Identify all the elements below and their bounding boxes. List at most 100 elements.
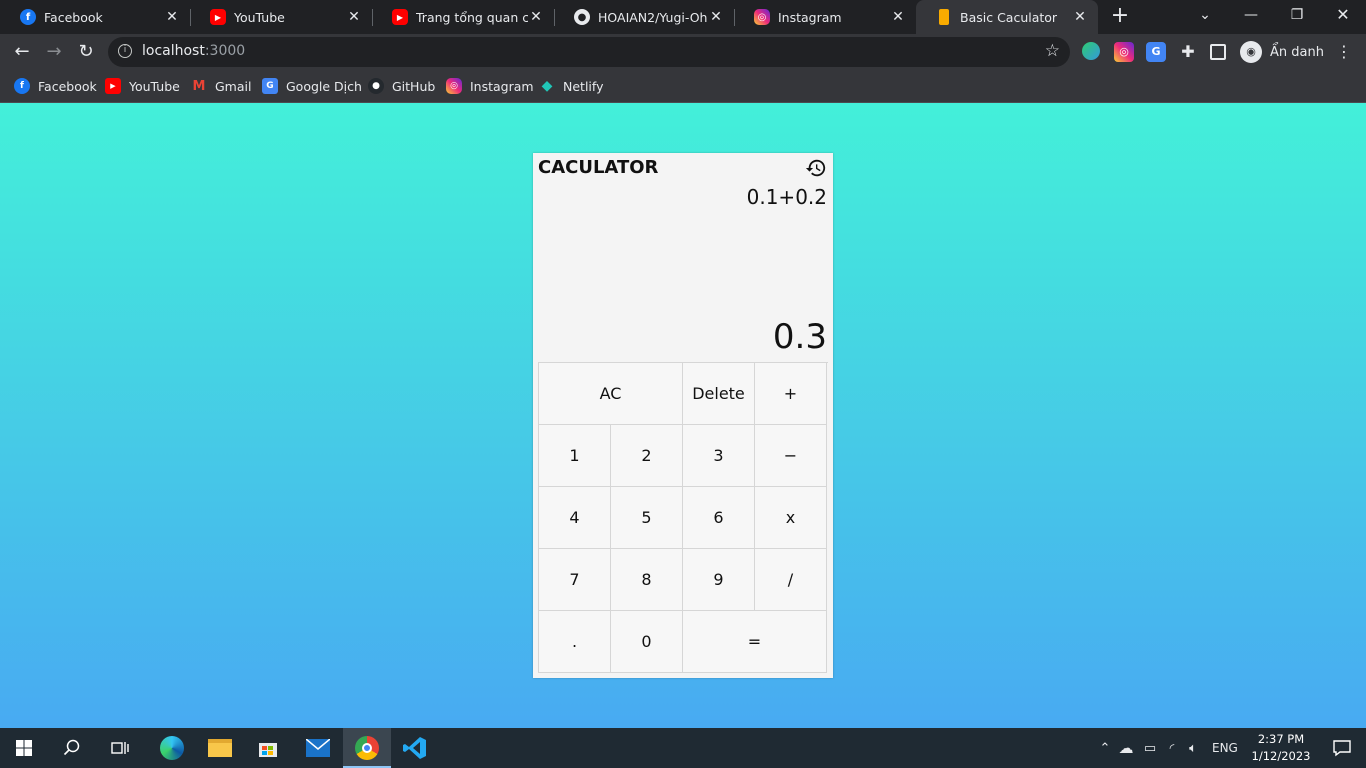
close-icon[interactable]: ✕ xyxy=(708,9,724,25)
store-icon xyxy=(259,743,277,757)
tab-youtube[interactable]: ▶ YouTube ✕ xyxy=(190,0,372,34)
key-8[interactable]: 8 xyxy=(611,549,683,611)
key-7[interactable]: 7 xyxy=(539,549,611,611)
bookmark-instagram[interactable]: ◎ Instagram xyxy=(446,76,534,96)
key-ac[interactable]: AC xyxy=(539,363,683,425)
bookmark-netlify[interactable]: ◆ Netlify xyxy=(539,76,604,96)
forward-button[interactable]: → xyxy=(40,38,68,66)
reload-button[interactable]: ↻ xyxy=(72,38,100,66)
bookmark-label: GitHub xyxy=(392,78,436,94)
task-view-icon xyxy=(111,742,129,754)
close-icon[interactable]: ✕ xyxy=(346,9,362,25)
key-divide[interactable]: / xyxy=(755,549,827,611)
youtube-icon: ▶ xyxy=(392,9,408,25)
key-0[interactable]: 0 xyxy=(611,611,683,673)
bookmark-star-icon[interactable]: ☆ xyxy=(1045,41,1060,61)
browser-menu-icon[interactable]: ⋮ xyxy=(1334,38,1354,66)
site-info-icon[interactable]: i xyxy=(118,44,132,58)
gmail-icon: M xyxy=(192,78,206,94)
show-hidden-icons-chevron-icon[interactable]: ⌃ xyxy=(1096,741,1114,756)
tab-basic-calculator[interactable]: Basic Caculator ✕ xyxy=(916,0,1098,34)
notification-center-button[interactable] xyxy=(1318,728,1366,768)
tab-title: Trang tổng quan của k xyxy=(416,9,528,25)
netlify-icon: ◆ xyxy=(541,78,553,94)
new-tab-button[interactable]: + xyxy=(1108,5,1132,29)
chrome-app[interactable] xyxy=(343,728,391,768)
vscode-app[interactable] xyxy=(391,728,439,768)
windows-logo-icon xyxy=(16,740,32,756)
key-4[interactable]: 4 xyxy=(539,487,611,549)
url-text[interactable]: localhost:3000 xyxy=(142,43,245,59)
windows-start-button[interactable] xyxy=(0,728,48,768)
tab-youtube-studio[interactable]: ▶ Trang tổng quan của k ✕ xyxy=(372,0,554,34)
history-icon[interactable] xyxy=(805,157,827,179)
onedrive-icon[interactable]: ☁ xyxy=(1114,739,1138,757)
url-port: :3000 xyxy=(204,43,246,59)
file-explorer-app[interactable] xyxy=(196,728,244,768)
minimize-button[interactable]: — xyxy=(1228,0,1274,32)
folder-icon xyxy=(208,739,232,757)
incognito-profile-button[interactable]: ◉ Ẩn danh xyxy=(1240,38,1324,66)
key-1[interactable]: 1 xyxy=(539,425,611,487)
url-host: localhost xyxy=(142,43,205,59)
bookmark-gmail[interactable]: M Gmail xyxy=(191,76,252,96)
bookmark-label: Gmail xyxy=(215,78,252,94)
back-button[interactable]: ← xyxy=(8,38,36,66)
bookmark-label: Google Dịch xyxy=(286,78,362,94)
mail-app[interactable] xyxy=(294,728,342,768)
key-3[interactable]: 3 xyxy=(683,425,755,487)
language-indicator[interactable]: ENG xyxy=(1212,741,1238,755)
instagram-extension-icon[interactable]: ◎ xyxy=(1114,42,1134,62)
youtube-icon: ▶ xyxy=(210,9,226,25)
key-2[interactable]: 2 xyxy=(611,425,683,487)
volume-icon[interactable]: 🔈︎ xyxy=(1182,741,1204,756)
edge-app[interactable] xyxy=(148,728,196,768)
bookmark-facebook[interactable]: f Facebook xyxy=(14,76,97,96)
facebook-icon: f xyxy=(20,9,36,25)
bookmark-youtube[interactable]: ▶ YouTube xyxy=(105,76,180,96)
close-window-button[interactable]: ✕ xyxy=(1320,0,1366,32)
edge-extension-icon[interactable] xyxy=(1082,42,1100,60)
microsoft-store-app[interactable] xyxy=(244,728,292,768)
clock-time: 2:37 PM xyxy=(1257,732,1305,746)
taskbar-clock[interactable]: 2:37 PM 1/12/2023 xyxy=(1250,731,1312,765)
github-icon: ● xyxy=(368,78,384,94)
close-icon[interactable]: ✕ xyxy=(164,9,180,25)
key-9[interactable]: 9 xyxy=(683,549,755,611)
tab-facebook[interactable]: f Facebook ✕ xyxy=(0,0,190,34)
keypad: AC Delete +1 2 3− 4 5 6 x 7 8 9/. 0 = xyxy=(538,362,828,673)
wifi-icon[interactable]: ◜ xyxy=(1162,741,1182,755)
side-panel-icon[interactable] xyxy=(1210,44,1226,60)
bookmark-google-translate[interactable]: G Google Dịch xyxy=(262,76,362,96)
close-icon[interactable]: ✕ xyxy=(528,9,544,25)
key-dot[interactable]: . xyxy=(539,611,611,673)
notification-icon xyxy=(1333,740,1351,757)
close-icon[interactable]: ✕ xyxy=(890,9,906,25)
google-translate-icon: G xyxy=(262,78,278,94)
key-equals[interactable]: = xyxy=(683,611,827,673)
tab-search-chevron-icon[interactable]: ⌄ xyxy=(1182,0,1228,32)
google-translate-icon[interactable]: G xyxy=(1146,42,1166,62)
battery-icon[interactable]: ▭ xyxy=(1138,741,1162,756)
bookmark-github[interactable]: ● GitHub xyxy=(368,76,435,96)
calculator-icon xyxy=(939,9,949,25)
key-plus[interactable]: + xyxy=(755,363,827,425)
key-minus[interactable]: − xyxy=(755,425,827,487)
search-button[interactable] xyxy=(48,728,96,768)
key-6[interactable]: 6 xyxy=(683,487,755,549)
youtube-icon: ▶ xyxy=(105,78,121,94)
calculator-panel: CACULATOR 0.1+0.2 0.3 AC Delete +1 2 3− 4 5 6 x 7… xyxy=(533,153,833,678)
tab-instagram[interactable]: ◎ Instagram ✕ xyxy=(734,0,916,34)
key-delete[interactable]: Delete xyxy=(683,363,755,425)
tab-github[interactable]: ● HOAIAN2/Yugi-Oh-Ca ✕ xyxy=(554,0,734,34)
restore-button[interactable]: ❐ xyxy=(1274,0,1320,32)
bookmark-label: YouTube xyxy=(129,78,180,94)
edge-icon xyxy=(160,736,184,760)
extensions-puzzle-icon[interactable]: ✚ xyxy=(1178,42,1198,62)
address-bar[interactable]: i localhost:3000 ☆ xyxy=(108,37,1070,67)
close-icon[interactable]: ✕ xyxy=(1072,9,1088,25)
task-view-button[interactable] xyxy=(96,728,144,768)
key-5[interactable]: 5 xyxy=(611,487,683,549)
calculator-title: CACULATOR xyxy=(538,157,659,178)
key-multiply[interactable]: x xyxy=(755,487,827,549)
